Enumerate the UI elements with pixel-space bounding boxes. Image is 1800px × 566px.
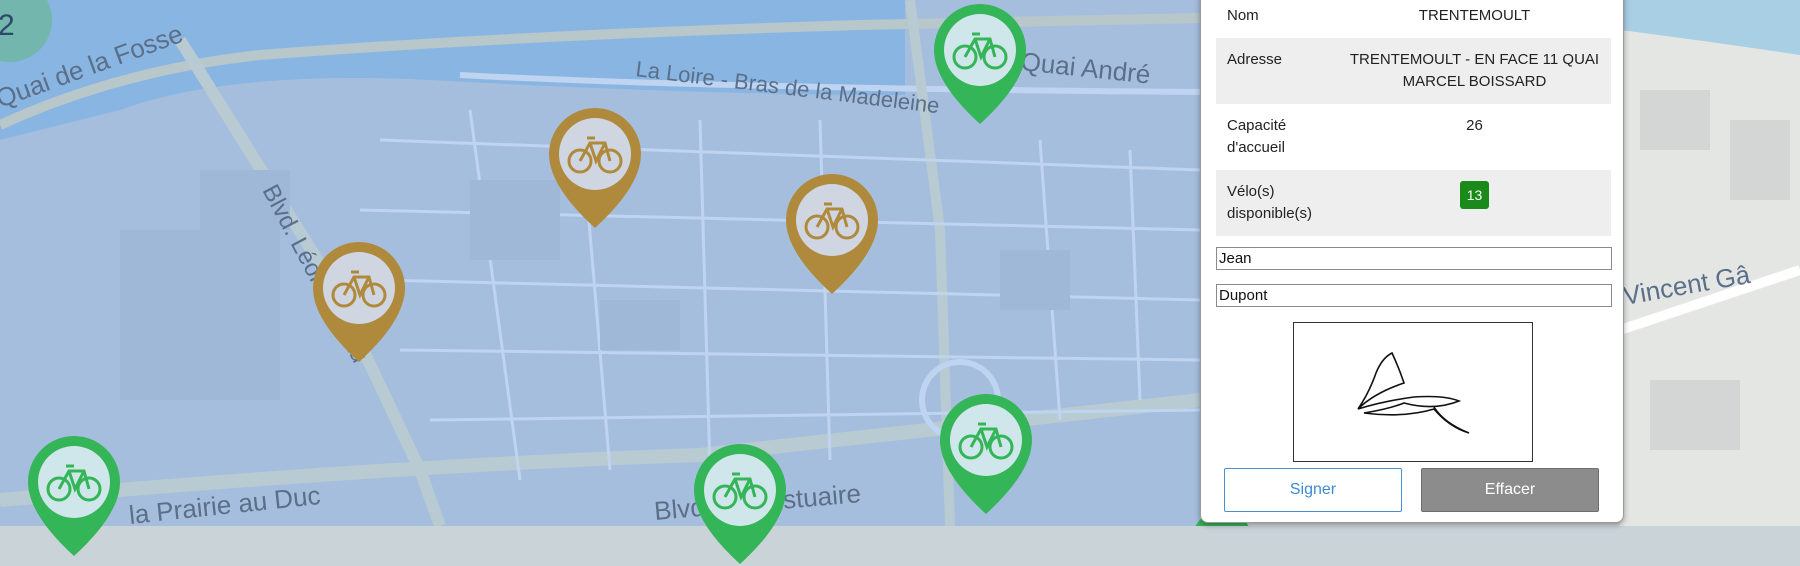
station-marker-green[interactable] [932, 2, 1028, 126]
capacity-value: 26 [1466, 117, 1483, 134]
station-marker-green[interactable] [938, 392, 1034, 516]
station-marker-gold[interactable] [784, 172, 880, 296]
address-label: Adresse [1227, 51, 1283, 68]
table-row: Capacité d'accueil 26 [1216, 104, 1611, 170]
clear-button[interactable]: Effacer [1421, 468, 1599, 512]
station-marker-gold[interactable] [547, 106, 643, 230]
station-marker-green[interactable] [692, 442, 788, 566]
bikes-available-badge: 13 [1459, 181, 1490, 209]
name-value: TRENTEMOULT [1418, 7, 1531, 24]
capacity-label: Capacité d'accueil [1227, 117, 1287, 156]
table-row: Nom TRENTEMOULT [1216, 0, 1611, 38]
station-info-panel: Nom TRENTEMOULT Adresse TRENTEMOULT - EN… [1200, 0, 1624, 523]
last-name-input[interactable] [1216, 284, 1612, 307]
table-row: Vélo(s) disponible(s) 13 [1216, 170, 1611, 236]
bikes-available-label: Vélo(s) disponible(s) [1227, 183, 1313, 222]
station-info-table: Nom TRENTEMOULT Adresse TRENTEMOULT - EN… [1216, 0, 1611, 236]
station-marker-green[interactable] [26, 434, 122, 558]
cluster-count: 2 [0, 9, 15, 42]
first-name-input[interactable] [1216, 247, 1612, 270]
table-row: Adresse TRENTEMOULT - EN FACE 11 QUAI MA… [1216, 38, 1611, 104]
signature-canvas[interactable] [1293, 322, 1533, 462]
signature-drawing [1357, 351, 1470, 434]
address-value: TRENTEMOULT - EN FACE 11 QUAI MARCEL BOI… [1349, 51, 1600, 90]
name-label: Nom [1227, 7, 1259, 24]
sign-button[interactable]: Signer [1224, 468, 1402, 512]
station-marker-gold[interactable] [311, 240, 407, 364]
